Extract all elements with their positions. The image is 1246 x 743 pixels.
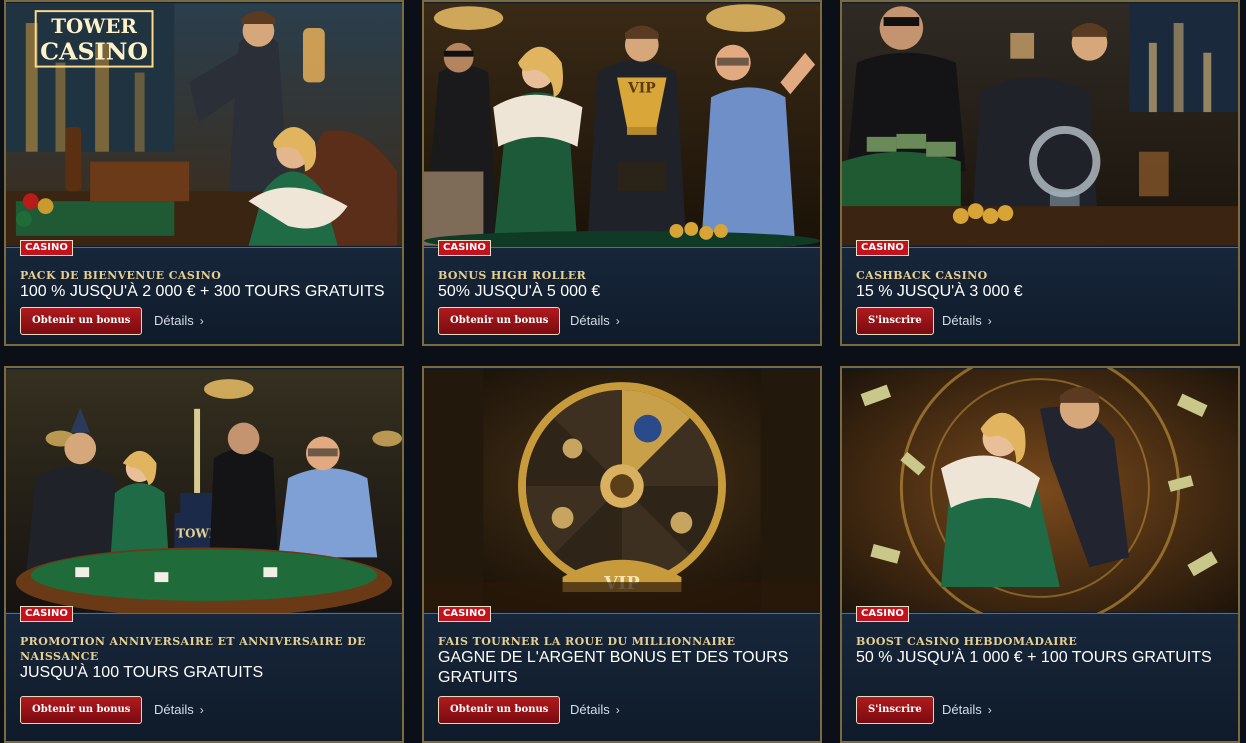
- promo-card[interactable]: CASINO Cashback casino 15 % jusqu'à 3 00…: [840, 0, 1240, 346]
- promo-offer: 50% jusqu'à 5 000 €: [438, 283, 601, 300]
- details-link[interactable]: Détails ›: [570, 307, 620, 335]
- promo-offer: Jusqu'à 100 tours gratuits: [20, 664, 264, 681]
- promo-title: Promotion anniversaire et anniversaire d…: [20, 635, 366, 663]
- cashback-illustration: [842, 3, 1238, 246]
- promo-offer: 15 % jusqu'à 3 000 €: [856, 283, 1023, 300]
- details-link[interactable]: Détails ›: [154, 307, 204, 335]
- category-badge: CASINO: [438, 606, 491, 622]
- details-label: Détails: [570, 702, 610, 717]
- chevron-right-icon: ›: [987, 314, 992, 328]
- get-bonus-button[interactable]: Obtenir un bonus: [20, 696, 143, 724]
- sign-text: TOWER: [51, 14, 137, 38]
- category-badge: CASINO: [856, 240, 909, 256]
- details-link[interactable]: Détails ›: [154, 696, 204, 724]
- category-badge: CASINO: [20, 240, 73, 256]
- promo-offer: Gagne de l'argent bonus et des tours gra…: [438, 649, 789, 686]
- promo-card[interactable]: CASINO Boost casino hebdomadaire 50 % ju…: [840, 366, 1240, 743]
- promo-image[interactable]: VIP: [424, 368, 820, 613]
- details-label: Détails: [570, 313, 610, 328]
- promo-card[interactable]: VIP CASINO Fais tourner la roue du milli…: [422, 366, 822, 743]
- chevron-right-icon: ›: [615, 703, 620, 717]
- promo-title: Bonus High Roller: [438, 269, 587, 282]
- promo-info: CASINO Bonus High Roller 50% jusqu'à 5 0…: [424, 240, 820, 344]
- promo-offer: 50 % jusqu'à 1 000 € + 100 tours gratuit…: [856, 649, 1212, 666]
- millionaire-wheel-illustration: VIP: [424, 369, 820, 612]
- promo-image[interactable]: [842, 368, 1238, 613]
- details-label: Détails: [154, 313, 194, 328]
- chevron-right-icon: ›: [199, 703, 204, 717]
- promo-card[interactable]: TOWER CASINO CASINO Pack de bienvenue ca…: [4, 0, 404, 346]
- weekly-boost-illustration: [842, 368, 1238, 613]
- get-bonus-button[interactable]: Obtenir un bonus: [438, 307, 561, 335]
- details-label: Détails: [942, 313, 982, 328]
- promo-card[interactable]: TOWER CASINO Promotion anniversaire et a…: [4, 366, 404, 743]
- promo-image[interactable]: [842, 2, 1238, 247]
- sign-up-button[interactable]: S'inscrire: [856, 696, 934, 724]
- category-badge: CASINO: [20, 606, 73, 622]
- promo-offer: 100 % jusqu'à 2 000 € + 300 tours gratui…: [20, 283, 385, 300]
- details-link[interactable]: Détails ›: [942, 696, 992, 724]
- details-link[interactable]: Détails ›: [570, 696, 620, 724]
- promo-card[interactable]: VIP CASINO Bonus High Roller 50% jusqu'à…: [422, 0, 822, 346]
- promo-info: CASINO Pack de bienvenue casino 100 % ju…: [6, 240, 402, 344]
- chevron-right-icon: ›: [615, 314, 620, 328]
- chevron-right-icon: ›: [987, 703, 992, 717]
- get-bonus-button[interactable]: Obtenir un bonus: [20, 307, 143, 335]
- promo-title: Boost casino hebdomadaire: [856, 635, 1078, 648]
- details-label: Détails: [154, 702, 194, 717]
- promo-image[interactable]: TOWER CASINO: [6, 2, 402, 247]
- category-badge: CASINO: [438, 240, 491, 256]
- promo-title: Fais tourner la roue du millionnaire: [438, 635, 736, 648]
- promo-title: Pack de bienvenue casino: [20, 269, 222, 282]
- details-link[interactable]: Détails ›: [942, 307, 992, 335]
- birthday-illustration: TOWER: [6, 369, 402, 613]
- welcome-pack-illustration: TOWER CASINO: [6, 3, 402, 246]
- promo-image[interactable]: VIP: [424, 2, 820, 247]
- category-badge: CASINO: [856, 606, 909, 622]
- chevron-right-icon: ›: [199, 314, 204, 328]
- promo-info: CASINO Fais tourner la roue du millionna…: [424, 606, 820, 741]
- promo-info: CASINO Cashback casino 15 % jusqu'à 3 00…: [842, 240, 1238, 344]
- get-bonus-button[interactable]: Obtenir un bonus: [438, 696, 561, 724]
- sign-up-button[interactable]: S'inscrire: [856, 307, 934, 335]
- high-roller-illustration: VIP: [424, 3, 820, 247]
- promo-title: Cashback casino: [856, 269, 988, 282]
- trophy-text: VIP: [627, 80, 656, 96]
- promo-info: CASINO Promotion anniversaire et anniver…: [6, 606, 402, 741]
- promo-info: CASINO Boost casino hebdomadaire 50 % ju…: [842, 606, 1238, 741]
- svg-text:CASINO: CASINO: [40, 38, 148, 66]
- promo-image[interactable]: TOWER: [6, 368, 402, 613]
- details-label: Détails: [942, 702, 982, 717]
